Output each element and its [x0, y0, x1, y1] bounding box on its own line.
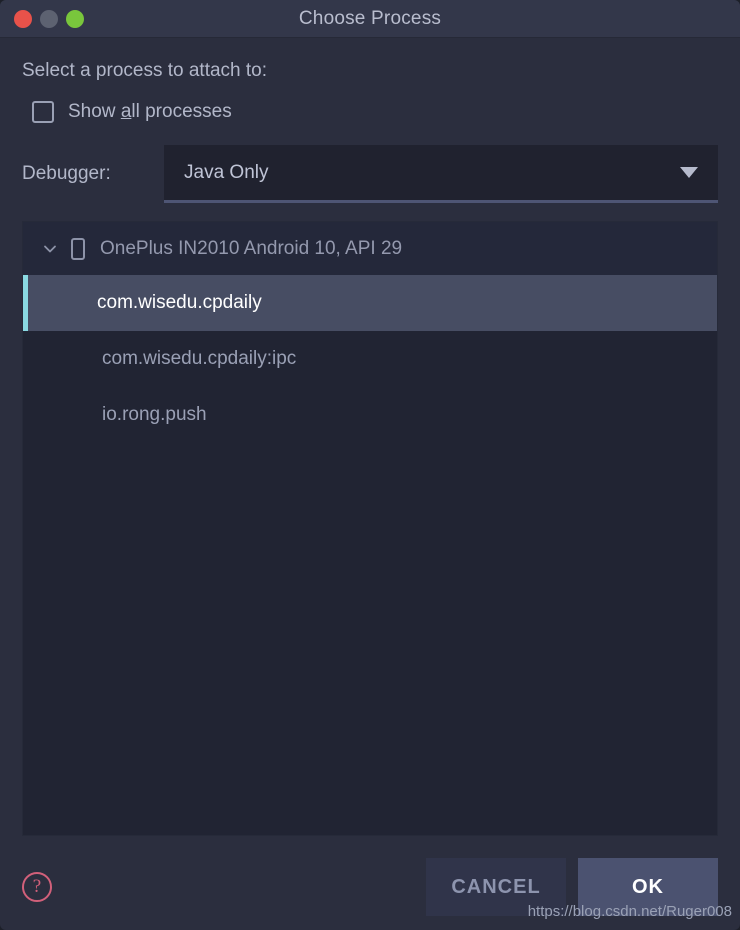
phone-icon: [71, 237, 85, 260]
chevron-down-icon: [680, 167, 698, 178]
close-window-button[interactable]: [14, 9, 32, 28]
cancel-button[interactable]: CANCEL: [426, 858, 566, 916]
question-mark-icon[interactable]: ?: [22, 872, 52, 902]
debugger-label: Debugger:: [22, 163, 111, 184]
chevron-down-icon[interactable]: [41, 240, 59, 258]
show-all-label-before: Show: [68, 101, 121, 122]
process-row[interactable]: io.rong.push: [23, 387, 717, 443]
show-all-label-mnemonic: a: [120, 101, 132, 122]
show-all-processes-label: Show all processes: [68, 101, 232, 123]
window-controls: [0, 9, 84, 28]
process-list-panel[interactable]: OnePlus IN2010 Android 10, API 29 com.wi…: [22, 221, 718, 836]
debugger-selected-value: Java Only: [184, 161, 269, 183]
ok-button[interactable]: OK: [578, 858, 718, 916]
dialog-content: Select a process to attach to: Show all …: [0, 38, 740, 854]
process-row-selected[interactable]: com.wisedu.cpdaily: [23, 275, 717, 331]
device-label: OnePlus IN2010 Android 10, API 29: [100, 237, 403, 259]
debugger-select[interactable]: Java Only: [164, 145, 718, 203]
choose-process-dialog: Choose Process Select a process to attac…: [0, 0, 740, 930]
window-titlebar: Choose Process: [0, 0, 740, 38]
maximize-window-button[interactable]: [66, 9, 84, 28]
show-all-label-after: ll processes: [131, 101, 232, 122]
show-all-processes-checkbox[interactable]: [32, 101, 54, 123]
prompt-text: Select a process to attach to:: [22, 60, 268, 81]
dialog-footer: ? CANCEL OK: [0, 854, 740, 930]
window-title: Choose Process: [298, 7, 442, 29]
minimize-window-button[interactable]: [40, 9, 58, 28]
debugger-row: Debugger: Java Only: [22, 145, 718, 203]
device-row[interactable]: OnePlus IN2010 Android 10, API 29: [23, 222, 717, 275]
show-all-processes-row[interactable]: Show all processes: [22, 101, 718, 123]
process-row[interactable]: com.wisedu.cpdaily:ipc: [23, 331, 717, 387]
